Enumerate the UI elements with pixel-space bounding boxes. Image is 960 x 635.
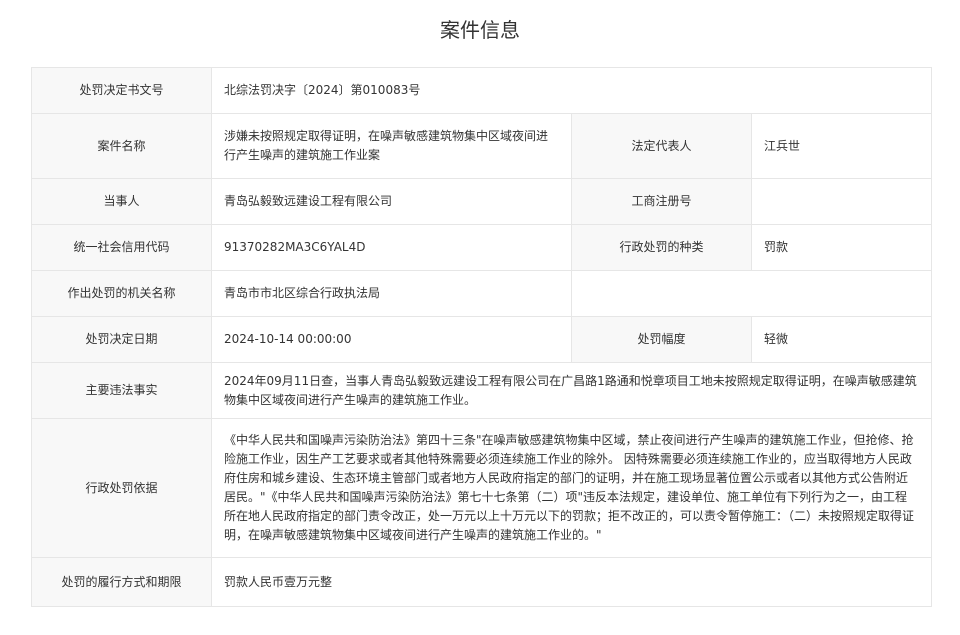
party-label: 当事人 (31, 178, 212, 225)
decision-date-label: 处罚决定日期 (31, 316, 212, 363)
table-row: 主要违法事实 2024年09月11日查，当事人青岛弘毅致远建设工程有限公司在广昌… (31, 362, 933, 419)
penalty-type-value: 罚款 (750, 224, 933, 271)
case-name-label: 案件名称 (31, 113, 212, 179)
case-info-table: 处罚决定书文号 北综法罚决字〔2024〕第010083号 案件名称 涉嫌未按照规… (31, 67, 933, 607)
table-row: 统一社会信用代码 91370282MA3C6YAL4D 行政处罚的种类 罚款 (31, 224, 933, 271)
case-name-value: 涉嫌未按照规定取得证明，在噪声敏感建筑物集中区域夜间进行产生噪声的建筑施工作业案 (211, 113, 572, 179)
table-row: 处罚的履行方式和期限 罚款人民币壹万元整 (31, 557, 933, 607)
table-row: 当事人 青岛弘毅致远建设工程有限公司 工商注册号 (31, 178, 933, 225)
table-row: 案件名称 涉嫌未按照规定取得证明，在噪声敏感建筑物集中区域夜间进行产生噪声的建筑… (31, 113, 933, 179)
penalty-range-value: 轻微 (750, 316, 933, 363)
performance-label: 处罚的履行方式和期限 (31, 557, 212, 607)
decision-date-value: 2024-10-14 00:00:00 (211, 316, 572, 363)
penalty-range-label: 处罚幅度 (571, 316, 752, 363)
business-reg-value (750, 178, 933, 225)
decision-no-label: 处罚决定书文号 (31, 67, 212, 114)
business-reg-label: 工商注册号 (571, 178, 752, 225)
credit-code-value: 91370282MA3C6YAL4D (211, 224, 572, 271)
legal-basis-value: 《中华人民共和国噪声污染防治法》第四十三条"在噪声敏感建筑物集中区域，禁止夜间进… (210, 418, 933, 558)
legal-rep-value: 江兵世 (750, 113, 933, 179)
penalty-type-label: 行政处罚的种类 (571, 224, 752, 271)
violation-facts-value: 2024年09月11日查，当事人青岛弘毅致远建设工程有限公司在广昌路1路通和悦章… (210, 362, 933, 419)
empty-cell (570, 270, 933, 317)
decision-no-value: 北综法罚决字〔2024〕第010083号 (210, 67, 933, 114)
performance-value: 罚款人民币壹万元整 (210, 557, 933, 607)
table-row: 行政处罚依据 《中华人民共和国噪声污染防治法》第四十三条"在噪声敏感建筑物集中区… (31, 418, 933, 558)
party-value: 青岛弘毅致远建设工程有限公司 (211, 178, 572, 225)
table-row: 作出处罚的机关名称 青岛市市北区综合行政执法局 (31, 270, 933, 317)
legal-rep-label: 法定代表人 (571, 113, 752, 179)
violation-facts-label: 主要违法事实 (31, 362, 212, 419)
table-row: 处罚决定日期 2024-10-14 00:00:00 处罚幅度 轻微 (31, 316, 933, 363)
legal-basis-label: 行政处罚依据 (31, 418, 212, 558)
authority-value: 青岛市市北区综合行政执法局 (211, 270, 572, 317)
authority-label: 作出处罚的机关名称 (31, 270, 212, 317)
page-title: 案件信息 (440, 18, 520, 42)
credit-code-label: 统一社会信用代码 (31, 224, 212, 271)
table-row: 处罚决定书文号 北综法罚决字〔2024〕第010083号 (31, 67, 933, 114)
